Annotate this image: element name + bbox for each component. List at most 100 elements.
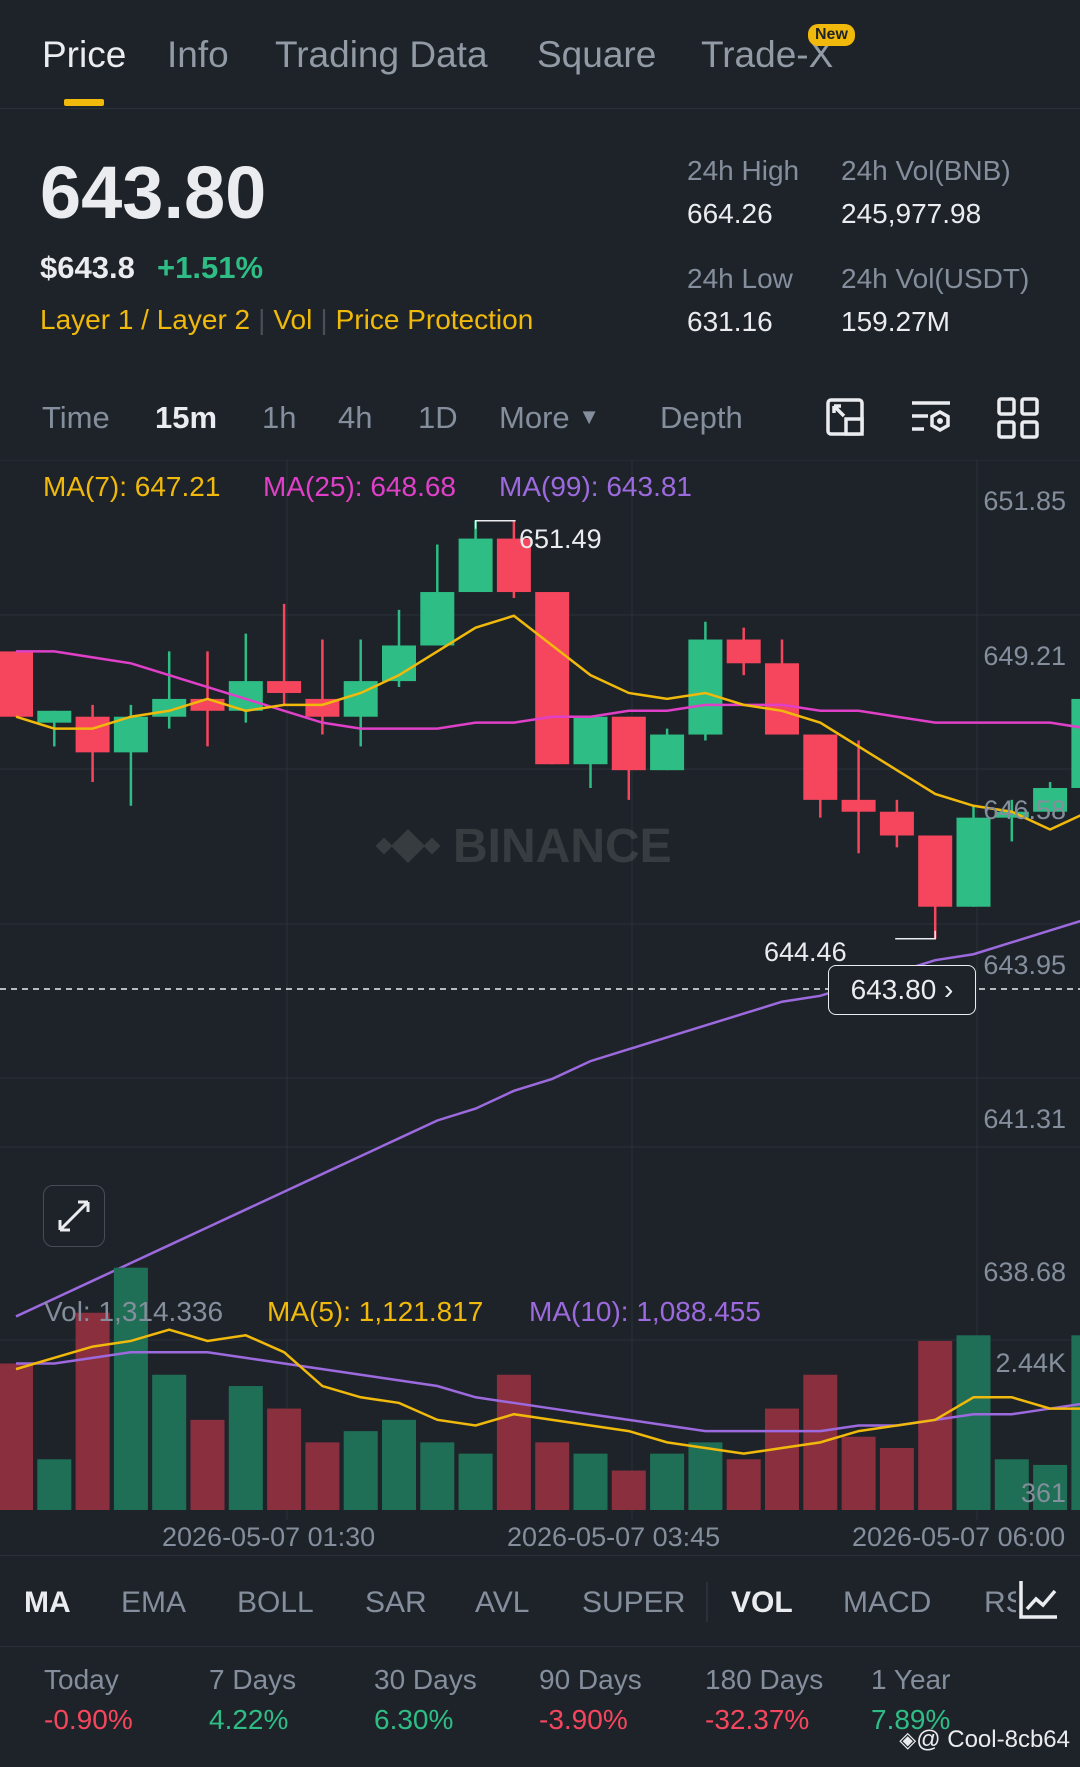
volume-bar bbox=[688, 1442, 723, 1510]
candle-body bbox=[0, 651, 33, 717]
volume-bar bbox=[152, 1374, 187, 1510]
candle-body bbox=[267, 681, 302, 693]
volume-bar bbox=[573, 1453, 608, 1510]
time-tick: 2026-05-07 03:45 bbox=[507, 1522, 721, 1552]
candle-body bbox=[956, 817, 991, 907]
interval-depth[interactable]: Depth bbox=[660, 400, 743, 436]
tab-price[interactable]: Price bbox=[42, 34, 126, 76]
interval-4h[interactable]: 4h bbox=[338, 400, 372, 436]
vol-ma10-legend: MA(10): 1,088.455 bbox=[529, 1296, 761, 1327]
candle-body bbox=[1071, 698, 1080, 788]
high-label: 24h High bbox=[687, 155, 800, 186]
top-tab-bar: Price Info Trading Data Square Trade-X N… bbox=[0, 0, 1080, 109]
price-tick: 638.68 bbox=[983, 1257, 1066, 1287]
chevron-right-icon: › bbox=[944, 974, 954, 1005]
usd-price: $643.8 bbox=[40, 250, 135, 285]
volume-bar bbox=[765, 1408, 799, 1510]
volume-bar bbox=[343, 1431, 378, 1510]
high-leader bbox=[474, 520, 516, 529]
tag-vol[interactable]: Vol bbox=[273, 304, 312, 335]
time-tick: 2026-05-07 06:00 bbox=[852, 1522, 1066, 1552]
perf-label-1y: 1 Year bbox=[871, 1664, 951, 1695]
perf-label-today: Today bbox=[44, 1664, 119, 1695]
volume-bar bbox=[535, 1442, 570, 1510]
perf-value-today: -0.90% bbox=[44, 1704, 133, 1735]
tag-price-protection[interactable]: Price Protection bbox=[336, 304, 534, 335]
tab-square[interactable]: Square bbox=[537, 34, 656, 76]
candle-body bbox=[75, 716, 110, 753]
ma7-legend: MA(7): 647.21 bbox=[43, 471, 221, 502]
dropdown-triangle-icon: ▼ bbox=[578, 404, 601, 429]
perf-label-180d: 180 Days bbox=[705, 1664, 824, 1695]
indicator-avl[interactable]: AVL bbox=[475, 1586, 529, 1620]
volume-bar bbox=[726, 1459, 761, 1510]
candle-body bbox=[918, 835, 953, 907]
interval-15m[interactable]: 15m bbox=[155, 400, 217, 436]
indicator-super[interactable]: SUPER bbox=[582, 1586, 685, 1620]
low-marker-label: 644.46 bbox=[764, 937, 847, 967]
more-label: More bbox=[499, 400, 570, 435]
interval-1d[interactable]: 1D bbox=[418, 400, 458, 436]
interval-1h[interactable]: 1h bbox=[262, 400, 296, 436]
candle-body bbox=[803, 734, 838, 800]
low-label: 24h Low bbox=[687, 263, 793, 294]
volume-bar bbox=[190, 1419, 225, 1510]
candle-body bbox=[611, 716, 646, 771]
volume-bar bbox=[1071, 1335, 1080, 1510]
candle-body bbox=[726, 639, 761, 664]
current-price-label: 643.80 bbox=[850, 974, 937, 1005]
perf-value-7d: 4.22% bbox=[209, 1704, 289, 1735]
volume-bar bbox=[458, 1453, 493, 1510]
active-tab-indicator bbox=[64, 99, 104, 106]
perf-label-7d: 7 Days bbox=[209, 1664, 297, 1695]
indicator-chart-icon[interactable] bbox=[1016, 1576, 1062, 1622]
tab-trading-data[interactable]: Trading Data bbox=[275, 34, 488, 76]
interval-more[interactable]: More ▼ bbox=[499, 400, 600, 436]
vol-bnb-label: 24h Vol(BNB) bbox=[841, 155, 1011, 186]
volume-bar bbox=[228, 1386, 263, 1510]
expand-icon[interactable] bbox=[43, 1185, 105, 1247]
vol-ma5-legend: MA(5): 1,121.817 bbox=[267, 1296, 484, 1327]
candle-body bbox=[879, 811, 914, 836]
indicator-macd[interactable]: MACD bbox=[843, 1586, 931, 1620]
price-tick: 646.58 bbox=[983, 795, 1066, 825]
indicator-boll[interactable]: BOLL bbox=[237, 1586, 314, 1620]
tag-layer[interactable]: Layer 1 / Layer 2 bbox=[40, 304, 250, 335]
vol-tick: 2.44K bbox=[995, 1348, 1066, 1378]
binance-logo-icon bbox=[375, 829, 441, 863]
last-price: 643.80 bbox=[40, 151, 267, 234]
current-price-button[interactable]: 643.80 › bbox=[828, 965, 976, 1015]
perf-value-90d: -3.90% bbox=[539, 1704, 628, 1735]
chart-settings-icon[interactable] bbox=[908, 394, 956, 442]
price-tick: 651.85 bbox=[983, 486, 1066, 516]
volume-bar bbox=[305, 1442, 340, 1510]
indicator-rsi[interactable]: RSI bbox=[984, 1586, 1020, 1620]
ma25-legend: MA(25): 648.68 bbox=[263, 471, 456, 502]
user-tag: @ Cool-8cb64 bbox=[916, 1726, 1070, 1753]
layout-grid-icon[interactable] bbox=[994, 394, 1042, 442]
volume-bar bbox=[267, 1408, 302, 1510]
ma99-legend: MA(99): 643.81 bbox=[499, 471, 692, 502]
indicator-ma[interactable]: MA bbox=[24, 1586, 71, 1620]
vol-usdt-value: 159.27M bbox=[841, 306, 950, 337]
low-value: 631.16 bbox=[687, 306, 773, 337]
price-change-percent: +1.51% bbox=[157, 250, 264, 285]
tab-info[interactable]: Info bbox=[167, 34, 229, 76]
indicator-vol[interactable]: VOL bbox=[731, 1586, 793, 1620]
user-watermark: ◈@ Cool-8cb64 bbox=[899, 1726, 1070, 1754]
volume-bar bbox=[841, 1436, 876, 1510]
volume-bar bbox=[879, 1448, 914, 1510]
volume-bar bbox=[918, 1340, 953, 1510]
volume-bar bbox=[0, 1363, 33, 1510]
indicator-divider bbox=[706, 1582, 708, 1622]
candle-body bbox=[688, 639, 723, 735]
interval-time[interactable]: Time bbox=[42, 400, 110, 436]
candle-body bbox=[650, 734, 685, 771]
chart-resize-icon[interactable] bbox=[822, 394, 870, 442]
time-tick: 2026-05-07 01:30 bbox=[162, 1522, 376, 1552]
indicator-sar[interactable]: SAR bbox=[365, 1586, 427, 1620]
indicator-ema[interactable]: EMA bbox=[121, 1586, 186, 1620]
volume-bar bbox=[37, 1459, 72, 1510]
high-value: 664.26 bbox=[687, 198, 773, 229]
candle-body bbox=[37, 710, 72, 723]
